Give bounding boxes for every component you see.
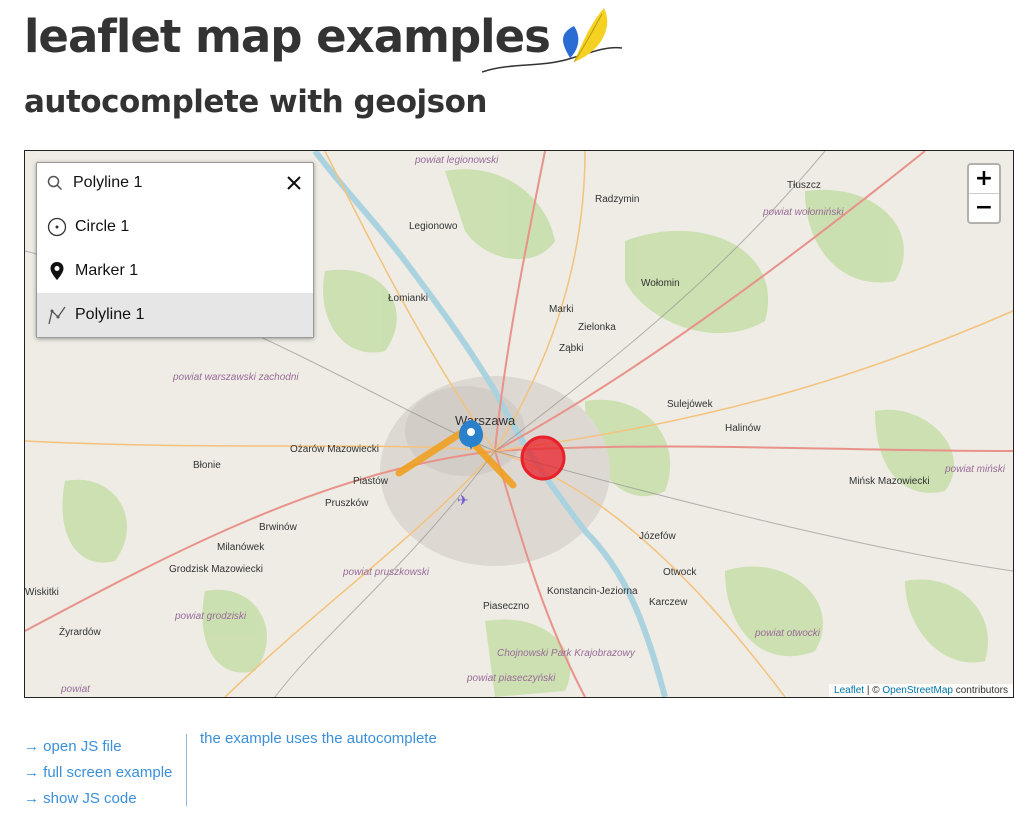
- result-label: Circle 1: [75, 218, 130, 235]
- zoom-in-button[interactable]: +: [969, 165, 999, 194]
- place-label: Marki: [549, 304, 573, 315]
- place-label: Józefów: [639, 531, 676, 542]
- autocomplete-result-marker[interactable]: Marker 1: [37, 249, 313, 293]
- result-label: Marker 1: [75, 262, 139, 279]
- place-label: Ząbki: [559, 343, 583, 354]
- attribution-suffix: contributors: [952, 685, 1008, 696]
- place-label: Radzymin: [595, 194, 639, 205]
- page-subtitle: autocomplete with geojson: [24, 84, 487, 120]
- place-label: Karczew: [649, 597, 688, 608]
- place-label: powiat miński: [944, 464, 1006, 475]
- place-label: Halinów: [725, 423, 761, 434]
- place-label: Brwinów: [259, 522, 298, 533]
- zoom-control: + −: [967, 163, 1001, 224]
- autocomplete-result-circle[interactable]: Circle 1: [37, 205, 313, 249]
- result-label: Polyline 1: [75, 306, 145, 323]
- map-attribution: Leaflet | © OpenStreetMap contributors: [829, 684, 1013, 697]
- circle-icon: [47, 217, 67, 237]
- place-label: Legionowo: [409, 221, 458, 232]
- search-input[interactable]: Polyline 1: [73, 174, 142, 192]
- place-label: Grodzisk Mazowiecki: [169, 564, 263, 575]
- open-js-file-link[interactable]: → open JS file: [24, 734, 186, 760]
- place-label: powiat: [60, 684, 91, 695]
- place-label: Otwock: [663, 567, 697, 578]
- place-label: Milanówek: [217, 542, 265, 553]
- attribution-separator: | ©: [864, 685, 883, 696]
- zoom-out-button[interactable]: −: [969, 194, 999, 222]
- place-label: Wołomin: [641, 278, 680, 289]
- place-label: powiat warszawski zachodni: [172, 372, 299, 383]
- page-title: leaflet map examples: [24, 10, 551, 63]
- show-js-code-link[interactable]: → show JS code: [24, 786, 186, 812]
- autocomplete-result-polyline[interactable]: Polyline 1: [37, 293, 313, 337]
- place-label: powiat piaseczyński: [466, 673, 556, 684]
- airport-icon: ✈: [457, 492, 469, 508]
- place-label: powiat legionowski: [414, 155, 499, 166]
- marker-icon: [50, 262, 64, 280]
- leaflet-logo: [482, 8, 623, 73]
- map[interactable]: powiat legionowski Tłuszcz Radzymin powi…: [24, 150, 1014, 698]
- place-label: Ożarów Mazowiecki: [290, 444, 379, 455]
- geojson-circle[interactable]: [520, 435, 566, 481]
- place-label: Wiskitki: [25, 587, 59, 598]
- search-field[interactable]: Polyline 1: [37, 163, 313, 205]
- place-label: Sulejówek: [667, 399, 714, 410]
- place-label: Żyrardów: [59, 625, 101, 638]
- place-label: Tłuszcz: [787, 180, 821, 191]
- place-label: Piaseczno: [483, 601, 530, 612]
- example-links: → open JS file → full screen example → s…: [24, 734, 187, 807]
- place-label: powiat grodziski: [174, 611, 247, 622]
- polyline-icon: [48, 306, 66, 325]
- place-label: Pruszków: [325, 498, 369, 509]
- place-label: Piastów: [353, 476, 389, 487]
- place-label: Błonie: [193, 460, 221, 471]
- clear-search-button[interactable]: [285, 174, 303, 192]
- place-label: powiat wołomiński: [762, 207, 844, 218]
- leaflet-link[interactable]: Leaflet: [834, 685, 864, 696]
- osm-link[interactable]: OpenStreetMap: [882, 685, 953, 696]
- search-icon: [47, 175, 63, 191]
- place-label: Konstancin-Jeziorna: [547, 586, 638, 597]
- place-label: Zielonka: [578, 322, 616, 333]
- place-label: Łomianki: [388, 293, 428, 304]
- example-description: the example uses the autocomplete: [200, 730, 437, 747]
- autocomplete-panel: Polyline 1 Circle 1 Marker 1 Polyline 1: [36, 162, 314, 338]
- place-label: Mińsk Mazowiecki: [849, 476, 930, 487]
- place-label: Chojnowski Park Krajobrazowy: [497, 648, 636, 659]
- place-label: powiat otwocki: [754, 628, 821, 639]
- full-screen-example-link[interactable]: → full screen example: [24, 760, 186, 786]
- place-label: powiat pruszkowski: [342, 567, 430, 578]
